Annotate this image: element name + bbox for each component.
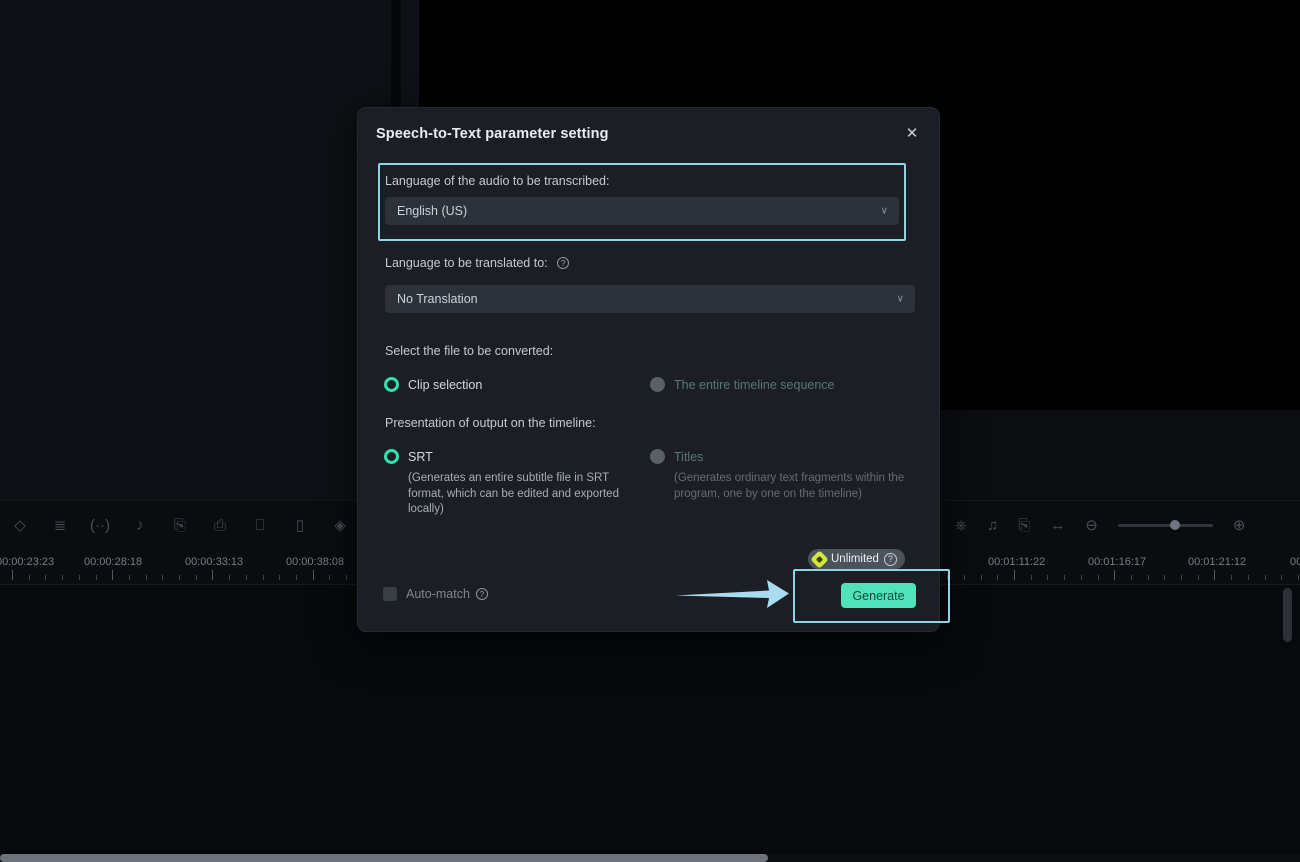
presentation-section-label: Presentation of output on the timeline: bbox=[385, 416, 596, 430]
translate-language-select[interactable]: No Translation ∨ bbox=[385, 285, 915, 313]
ruler-label: 00: bbox=[1290, 556, 1300, 568]
voice-record-icon[interactable]: ⎈ bbox=[955, 517, 967, 534]
help-icon[interactable]: ? bbox=[557, 257, 570, 269]
radio-titles[interactable]: Titles (Generates ordinary text fragment… bbox=[650, 448, 906, 502]
ruler-label: 00:01:16:17 bbox=[1088, 556, 1147, 568]
pointer-arrow-icon bbox=[675, 580, 789, 608]
ai-tools-icon[interactable]: ◈ bbox=[320, 500, 360, 550]
chevron-down-icon: ∨ bbox=[896, 293, 904, 305]
ruler-label: 00:01:21:12 bbox=[1188, 556, 1247, 568]
translate-icon[interactable]: ⎕ bbox=[240, 500, 280, 550]
diamond-icon bbox=[810, 549, 829, 569]
radio-description: (Generates an entire subtitle file in SR… bbox=[408, 472, 619, 515]
unlimited-badge[interactable]: Unlimited ? bbox=[808, 549, 905, 569]
radio-srt-text: SRT (Generates an entire subtitle file i… bbox=[408, 448, 640, 518]
zoom-slider-knob[interactable] bbox=[1169, 520, 1180, 530]
radio-clip-selection[interactable]: Clip selection bbox=[384, 376, 482, 394]
chevron-down-icon: ∨ bbox=[880, 205, 888, 217]
unlimited-badge-label: Unlimited bbox=[831, 553, 879, 565]
radio-button-on-icon[interactable] bbox=[384, 449, 399, 464]
radio-button-off-icon[interactable] bbox=[650, 377, 665, 392]
zoom-out-icon[interactable]: ⊖ bbox=[1085, 516, 1098, 534]
auto-match-row[interactable]: Auto-match ? bbox=[383, 587, 488, 601]
ruler-label: 00:00:28:18 bbox=[84, 556, 143, 568]
keyframe-icon[interactable]: ◇ bbox=[0, 500, 40, 550]
translate-language-label-text: Language to be translated to: bbox=[385, 256, 548, 270]
radio-label: Clip selection bbox=[408, 378, 483, 392]
help-icon[interactable]: ? bbox=[883, 552, 897, 566]
audio-mixer-icon[interactable]: ≣ bbox=[40, 500, 80, 550]
checkbox-unchecked-icon[interactable] bbox=[383, 587, 397, 601]
radio-button-off-icon[interactable] bbox=[650, 449, 665, 464]
fit-icon[interactable]: ↔ bbox=[1050, 517, 1065, 534]
radio-srt[interactable]: SRT (Generates an entire subtitle file i… bbox=[384, 448, 640, 518]
app-root: 00:00:00:00 { } ⎙ ⌄ ⎕ ⎘ ◇ ≣ (··) ♪ ⎘ ⎙ ⎕… bbox=[0, 0, 1300, 862]
audio-language-select[interactable]: English (US) ∨ bbox=[385, 197, 899, 225]
stabilize-icon[interactable]: ▯ bbox=[280, 500, 320, 550]
ruler-label: 00:00:33:13 bbox=[185, 556, 244, 568]
audio-beat-icon[interactable]: ♪ bbox=[120, 500, 160, 550]
ruler-label: 00:00:38:08 bbox=[286, 556, 345, 568]
text-to-speech-icon[interactable]: ⎙ bbox=[200, 500, 240, 550]
radio-button-on-icon[interactable] bbox=[384, 377, 399, 392]
radio-titles-text: Titles (Generates ordinary text fragment… bbox=[674, 448, 906, 502]
file-section-label: Select the file to be converted: bbox=[385, 344, 554, 358]
timeline-horizontal-scrollbar-track[interactable] bbox=[0, 854, 1300, 862]
audio-language-value: English (US) bbox=[397, 204, 468, 218]
ruler-label: 00:01:11:22 bbox=[988, 556, 1046, 568]
zoom-slider[interactable] bbox=[1117, 520, 1213, 530]
close-icon[interactable]: ✕ bbox=[898, 119, 926, 147]
audio-list-icon[interactable]: ♫ bbox=[987, 517, 998, 534]
radio-label: The entire timeline sequence bbox=[674, 378, 835, 392]
generate-button[interactable]: Generate bbox=[841, 583, 916, 608]
timeline-toolbar-left: ◇ ≣ (··) ♪ ⎘ ⎙ ⎕ ▯ ◈ bbox=[0, 500, 360, 550]
dialog-title: Speech-to-Text parameter setting bbox=[376, 126, 609, 142]
speech-to-text-icon[interactable]: ⎘ bbox=[160, 500, 200, 550]
marker-icon[interactable]: ⎘ bbox=[1018, 517, 1030, 534]
silence-detect-icon[interactable]: (··) bbox=[80, 500, 120, 550]
audio-language-label: Language of the audio to be transcribed: bbox=[385, 174, 610, 188]
radio-clip-selection-text: Clip selection bbox=[408, 376, 482, 394]
translate-language-value: No Translation bbox=[397, 292, 478, 306]
radio-entire-timeline-text: The entire timeline sequence bbox=[674, 376, 835, 394]
timeline-toolbar-right: ⎈ ♫ ⎘ ↔ ⊖ ⊕ bbox=[955, 500, 1245, 550]
help-icon[interactable]: ? bbox=[475, 588, 488, 600]
zoom-in-icon[interactable]: ⊕ bbox=[1233, 516, 1246, 534]
radio-label: SRT bbox=[408, 450, 433, 464]
timeline-horizontal-scrollbar-thumb[interactable] bbox=[0, 854, 768, 862]
background-left-panel bbox=[0, 0, 391, 500]
ruler-label: 00:00:23:23 bbox=[0, 556, 55, 568]
radio-label: Titles bbox=[674, 450, 704, 464]
translate-language-label: Language to be translated to: ? bbox=[385, 256, 570, 270]
radio-entire-timeline[interactable]: The entire timeline sequence bbox=[650, 376, 835, 394]
auto-match-label: Auto-match bbox=[406, 587, 470, 601]
timeline-vertical-scrollbar[interactable] bbox=[1283, 588, 1292, 642]
radio-description: (Generates ordinary text fragments withi… bbox=[674, 472, 905, 500]
